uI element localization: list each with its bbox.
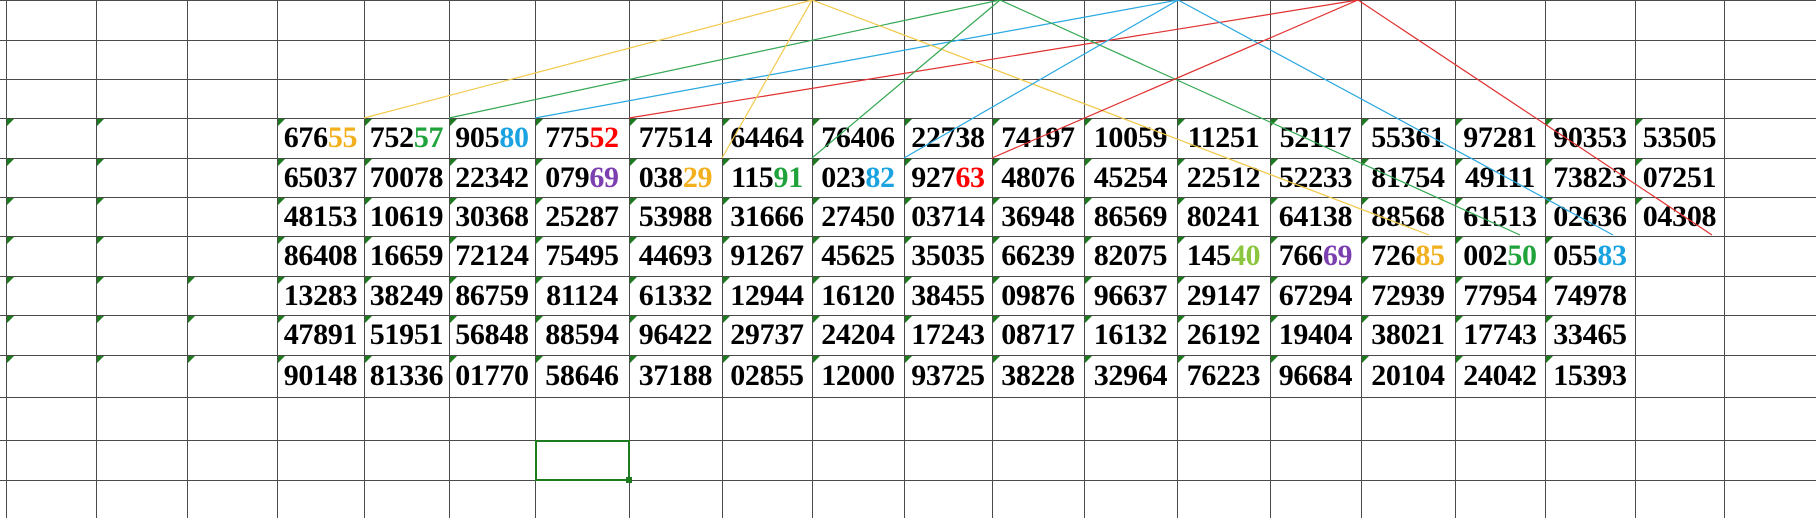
connector-line	[534, 0, 1179, 119]
connector-line	[903, 0, 1179, 159]
connector-line	[448, 0, 1001, 119]
connector-lines	[363, 0, 1713, 236]
connector-line	[1357, 0, 1713, 236]
spreadsheet-grid[interactable]: 676 55 752 57 905 80 775 52 77514 64464 76406 22738…	[0, 0, 1816, 518]
connector-line	[628, 0, 1359, 119]
connector-line	[721, 0, 813, 159]
connector-line	[999, 0, 1521, 236]
connector-line	[811, 0, 1430, 236]
connector-line	[811, 0, 1001, 159]
connector-line	[363, 0, 813, 119]
connector-line	[1177, 0, 1614, 236]
